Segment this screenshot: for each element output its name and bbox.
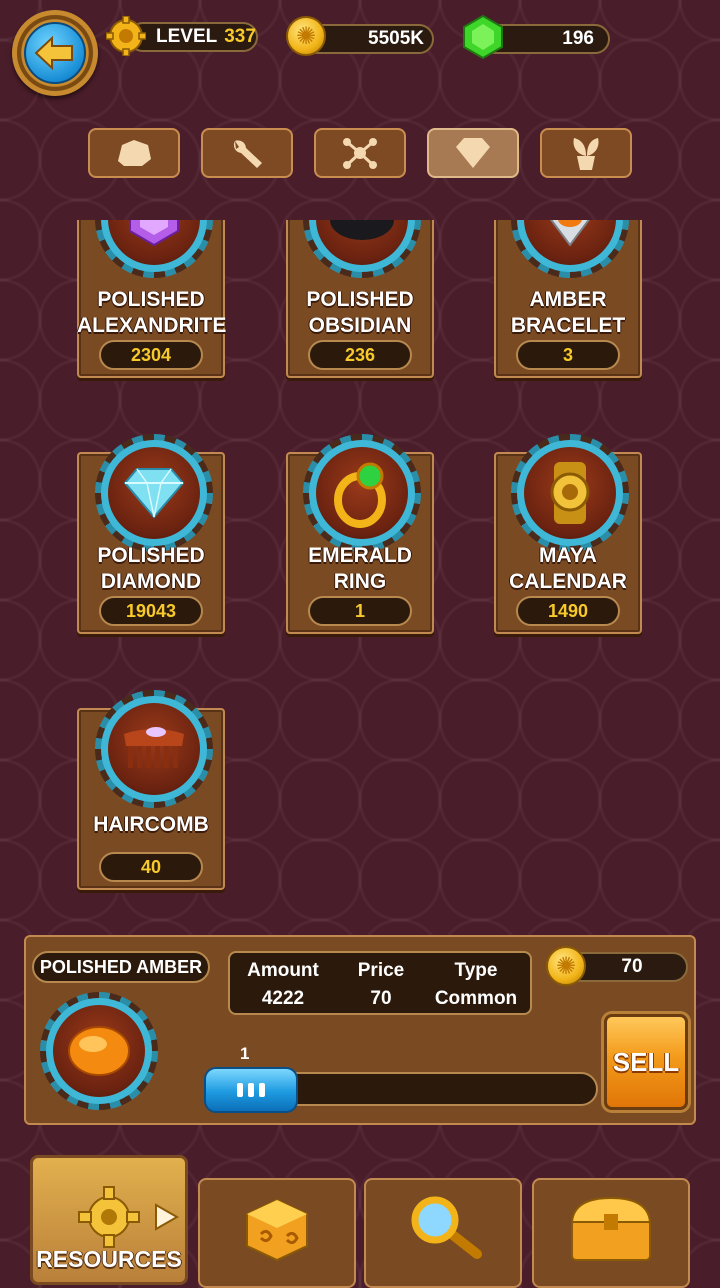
coins-value: 5505K xyxy=(368,28,424,49)
tab-search[interactable] xyxy=(364,1178,522,1288)
dice-icon xyxy=(246,1198,308,1262)
item-frame xyxy=(95,434,213,552)
diamond-icon xyxy=(456,138,490,168)
magnifier-icon xyxy=(411,1196,482,1259)
coin-icon: ✺ xyxy=(286,16,326,56)
selected-item-frame xyxy=(40,992,158,1110)
level-label: LEVEL xyxy=(156,26,218,47)
item-name: EMERALD RING xyxy=(308,544,412,593)
amber-bracelet-icon xyxy=(550,220,590,247)
level-display: LEVEL 337 xyxy=(128,22,258,52)
item-name: HAIRCOMB xyxy=(93,813,209,836)
diamond-gem-icon xyxy=(123,468,185,519)
haircomb-icon xyxy=(124,727,184,768)
amount-label: Amount xyxy=(247,960,319,981)
price-label: Price xyxy=(357,960,405,981)
back-button[interactable] xyxy=(12,10,98,96)
sprout-icon xyxy=(573,138,599,170)
amber-icon xyxy=(68,1026,130,1076)
maya-calendar-icon xyxy=(550,462,590,524)
item-count: 40 xyxy=(99,852,203,882)
tab-tools[interactable] xyxy=(201,128,293,178)
tab-ore[interactable] xyxy=(88,128,180,178)
tab-chest[interactable] xyxy=(532,1178,690,1288)
item-name: MAYA CALENDAR xyxy=(509,544,627,593)
item-frame xyxy=(511,434,629,552)
tab-molecule[interactable] xyxy=(314,128,406,178)
item-count: 3 xyxy=(516,340,620,370)
item-grid[interactable]: POLISHED ALEXANDRITE 2304 POLISHED OBSIDIA… xyxy=(0,220,720,920)
obsidian-icon xyxy=(330,220,394,240)
amount-value: 4222 xyxy=(261,988,305,1009)
type-value: Common xyxy=(434,988,518,1009)
quantity-value: 1 xyxy=(240,1044,250,1063)
sell-button[interactable]: SELL xyxy=(604,1014,688,1110)
item-count: 19043 xyxy=(99,596,203,626)
type-label: Type xyxy=(454,960,498,981)
price-value: 70 xyxy=(370,988,392,1009)
gear-icon xyxy=(78,1186,140,1248)
level-gear-icon xyxy=(105,15,147,61)
tab-plants[interactable] xyxy=(540,128,632,178)
gems-value: 196 xyxy=(562,28,594,49)
level-value: 337 xyxy=(224,26,256,47)
coin-icon: ✺ xyxy=(546,946,586,986)
chest-icon xyxy=(570,1196,652,1261)
item-frame xyxy=(303,434,421,552)
green-gem-icon xyxy=(460,14,504,60)
resources-label: RESOURCES xyxy=(36,1246,182,1272)
selected-item-name: POLISHED AMBER xyxy=(32,951,210,983)
item-count: 2304 xyxy=(99,340,203,370)
item-name: AMBER BRACELET xyxy=(510,288,626,337)
item-name: POLISHED DIAMOND xyxy=(97,544,205,593)
sell-total-value: 70 xyxy=(621,956,643,977)
wrench-icon xyxy=(233,140,262,168)
emerald-ring-icon xyxy=(334,462,386,528)
item-count: 1490 xyxy=(516,596,620,626)
item-name: POLISHED OBSIDIAN xyxy=(306,288,414,337)
item-count: 236 xyxy=(308,340,412,370)
back-arrow-icon xyxy=(24,22,86,84)
item-frame xyxy=(95,690,213,808)
rock-icon xyxy=(118,140,151,166)
quantity-slider-handle[interactable] xyxy=(204,1067,298,1113)
alexandrite-icon xyxy=(129,220,179,247)
molecule-icon xyxy=(343,138,377,169)
item-count: 1 xyxy=(308,596,412,626)
item-name: POLISHED ALEXANDRITE xyxy=(77,288,227,337)
tab-dice[interactable] xyxy=(198,1178,356,1288)
play-arrow-icon xyxy=(152,1202,180,1237)
tab-jewels[interactable] xyxy=(427,128,519,178)
